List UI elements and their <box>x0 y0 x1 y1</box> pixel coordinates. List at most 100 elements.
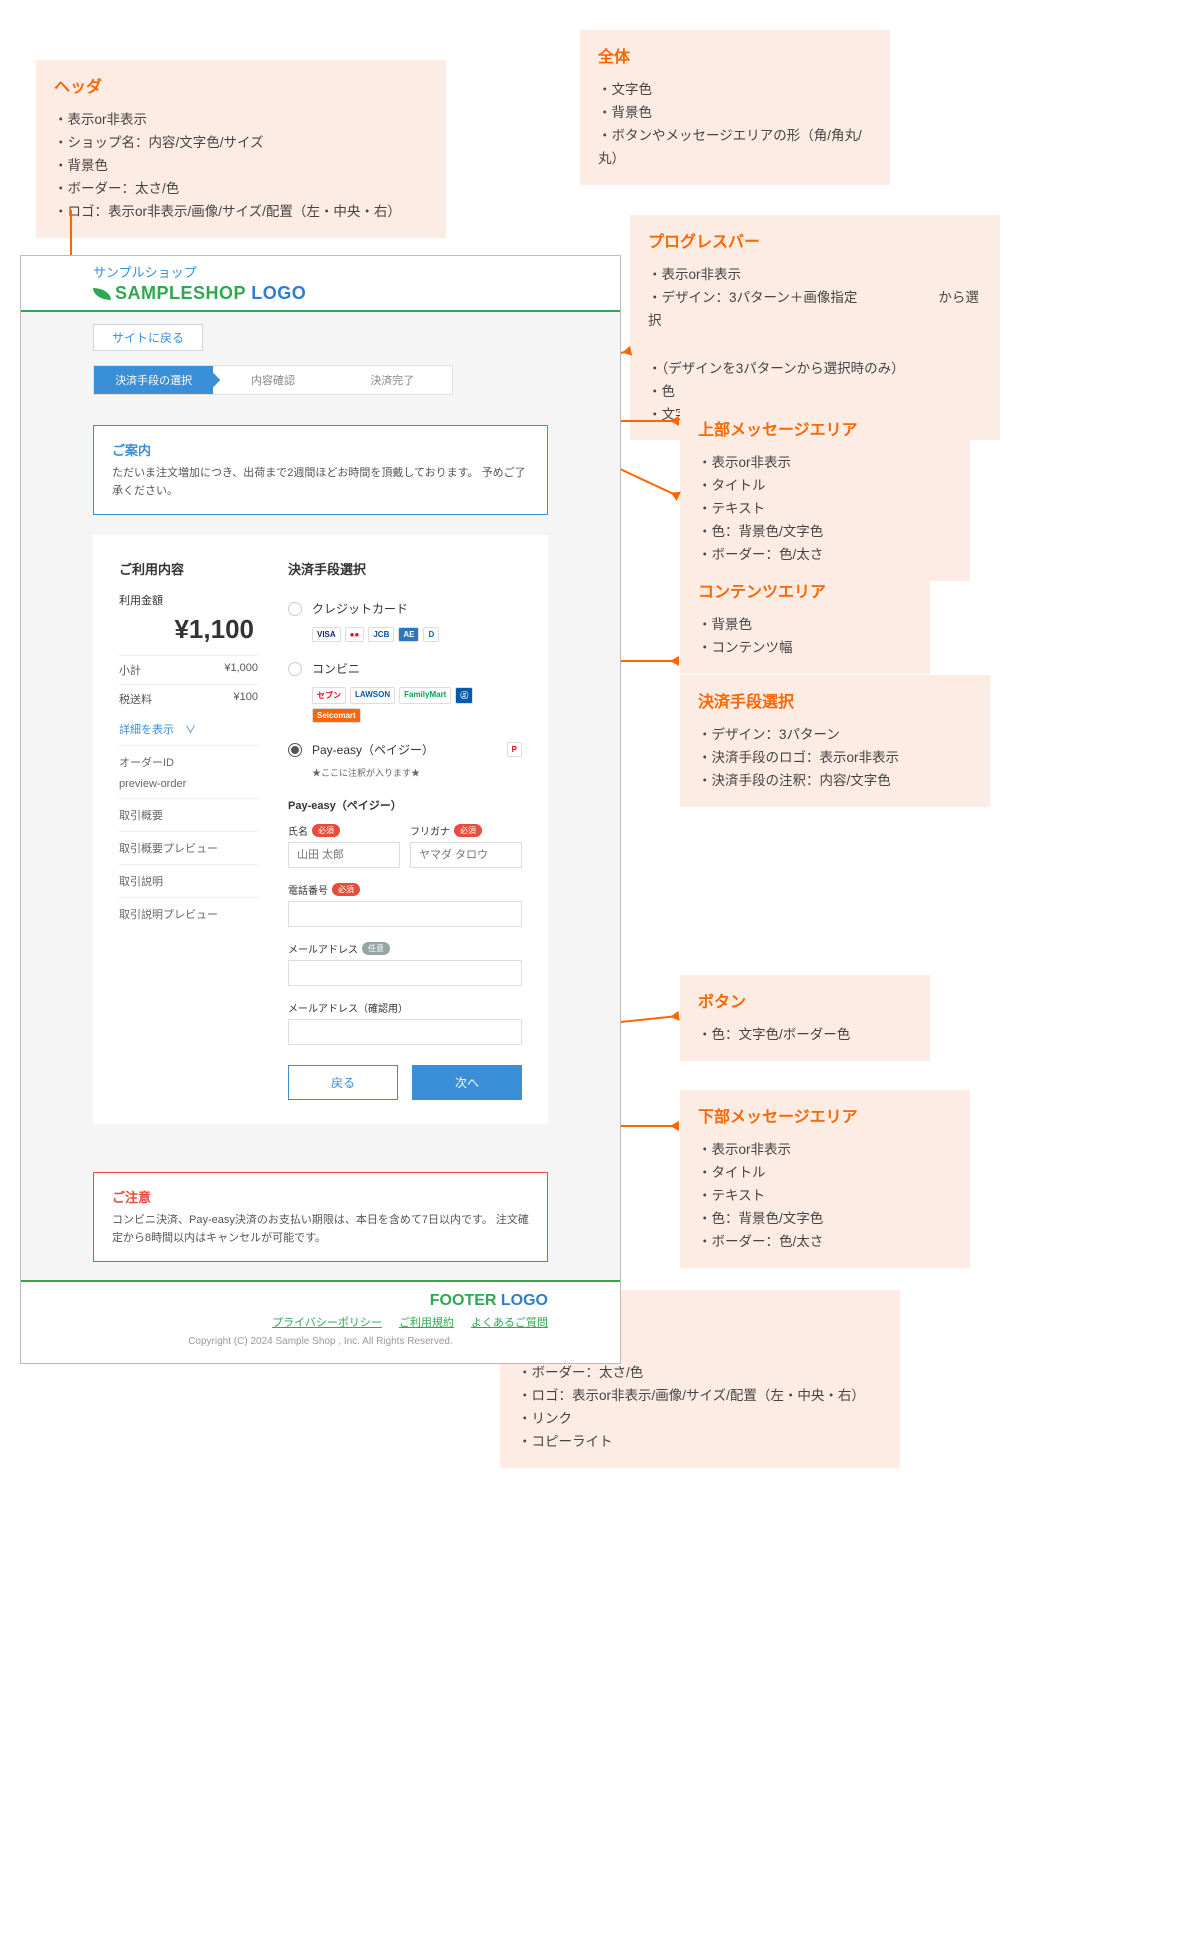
required-badge: 必須 <box>454 824 482 837</box>
callout-header: ヘッダ 表示or非表示ショップ名：内容/文字色/サイズ背景色ボーダー：太さ/色ロ… <box>36 60 446 238</box>
brand-ministop-icon: ㋯ <box>455 687 473 704</box>
credit-brands: VISA ●● JCB AE D <box>312 627 522 642</box>
footer: FOOTER LOGO プライバシーポリシー ご利用規約 よくあるご質問 Cop… <box>21 1280 620 1363</box>
required-badge: 必須 <box>332 883 360 896</box>
progress-bar: 決済手段の選択 内容確認 決済完了 <box>93 365 453 395</box>
callout-item: ロゴ：表示or非表示/画像/サイズ/配置（左・中央・右） <box>518 1385 882 1408</box>
tax-label: 税送料 <box>119 691 152 707</box>
progress-step-3: 決済完了 <box>333 366 452 394</box>
callout-item: ボーダー：色/太さ <box>698 1231 952 1254</box>
callout-item: タイトル <box>698 1162 952 1185</box>
upper-message-box: ご案内 ただいま注文増加につき、出荷まで2週間ほどお時間を頂戴しております。 予… <box>93 425 548 515</box>
callout-item: 決済手段の注釈：内容/文字色 <box>698 770 972 793</box>
callout-paysel-title: 決済手段選択 <box>698 689 972 716</box>
back-button[interactable]: 戻る <box>288 1065 398 1100</box>
radio-icon <box>288 743 302 757</box>
callout-item: 背景色 <box>598 102 872 125</box>
callout-header-list: 表示or非表示ショップ名：内容/文字色/サイズ背景色ボーダー：太さ/色ロゴ：表示… <box>54 109 428 224</box>
order-id-value: preview-order <box>119 778 258 798</box>
name-input[interactable] <box>288 842 400 868</box>
brand-lawson-icon: LAWSON <box>350 687 395 704</box>
optional-badge: 任意 <box>362 942 390 955</box>
email-input[interactable] <box>288 960 522 986</box>
brand-amex-icon: AE <box>398 627 419 642</box>
content-area: ご利用内容 利用金額 ¥1,100 小計¥1,000 税送料¥100 詳細を表示… <box>93 535 548 1124</box>
callout-button-title: ボタン <box>698 989 912 1016</box>
callout-item: ボーダー：太さ/色 <box>54 178 428 201</box>
callout-uppermsg: 上部メッセージエリア 表示or非表示タイトルテキスト色：背景色/文字色ボーダー：… <box>680 403 970 581</box>
shop-name: サンプルショップ <box>93 262 610 281</box>
callout-item: リンク <box>518 1408 882 1431</box>
footer-link-faq[interactable]: よくあるご質問 <box>471 1317 548 1329</box>
footer-links: プライバシーポリシー ご利用規約 よくあるご質問 <box>93 1314 548 1330</box>
tel-input[interactable] <box>288 901 522 927</box>
callout-lowermsg-title: 下部メッセージエリア <box>698 1104 952 1131</box>
callout-item: 背景色 <box>54 155 428 178</box>
callout-overall-title: 全体 <box>598 44 872 71</box>
meta-1: 取引概要 <box>119 798 258 831</box>
lower-message-box: ご注意 コンビニ決済、Pay-easy決済のお支払い期限は、本日を含めて7日以内… <box>93 1172 548 1262</box>
footer-logo: FOOTER LOGO <box>93 1292 548 1310</box>
callout-item: 表示or非表示 <box>698 452 952 475</box>
order-summary: ご利用内容 利用金額 ¥1,100 小計¥1,000 税送料¥100 詳細を表示… <box>119 559 258 1100</box>
pay-option-credit[interactable]: クレジットカード <box>288 592 522 625</box>
email2-input[interactable] <box>288 1019 522 1045</box>
callout-button: ボタン 色：文字色/ボーダー色 <box>680 975 930 1061</box>
tax-value: ¥100 <box>234 691 258 707</box>
kana-input[interactable] <box>410 842 522 868</box>
callout-item: 色：背景色/文字色 <box>698 1208 952 1231</box>
footer-link-privacy[interactable]: プライバシーポリシー <box>272 1317 382 1329</box>
brand-jcb-icon: JCB <box>368 627 394 642</box>
shop-logo: SAMPLESHOP LOGO <box>93 283 610 304</box>
callout-paysel-list: デザイン：3パターン決済手段のロゴ：表示or非表示決済手段の注釈：内容/文字色 <box>698 724 972 793</box>
callout-item: テキスト <box>698 1185 952 1208</box>
mock-container: サンプルショップ SAMPLESHOP LOGO サイトに戻る 決済手段の選択 … <box>20 255 621 1364</box>
brand-seicomart-icon: Seicomart <box>312 708 361 723</box>
callout-item: 文字色 <box>598 79 872 102</box>
callout-item: コピーライト <box>518 1431 882 1454</box>
email-label: メールアドレス <box>288 941 358 956</box>
callout-contentarea-title: コンテンツエリア <box>698 579 912 606</box>
callout-uppermsg-title: 上部メッセージエリア <box>698 417 952 444</box>
upper-message-title: ご案内 <box>112 440 529 459</box>
subtotal-value: ¥1,000 <box>224 662 258 678</box>
payment-select: 決済手段選択 クレジットカード VISA ●● JCB AE D <box>288 559 522 1100</box>
kana-label: フリガナ <box>410 823 450 838</box>
callout-item: ボタンやメッセージエリアの形（角/角丸/丸） <box>598 125 872 171</box>
brand-diners-icon: D <box>423 627 439 642</box>
callout-item: 色 <box>648 381 982 404</box>
tel-label: 電話番号 <box>288 882 328 897</box>
detail-toggle[interactable]: 詳細を表示 ∨ <box>119 713 258 745</box>
name-label: 氏名 <box>288 823 308 838</box>
payselect-title: 決済手段選択 <box>288 559 522 578</box>
footer-copyright: Copyright (C) 2024 Sample Shop , Inc. Al… <box>93 1336 548 1347</box>
callout-lowermsg-list: 表示or非表示タイトルテキスト色：背景色/文字色ボーダー：色/太さ <box>698 1139 952 1254</box>
brand-mastercard-icon: ●● <box>345 627 365 642</box>
payeasy-note: ★ここに注釈が入ります★ <box>312 766 522 779</box>
brand-visa-icon: VISA <box>312 627 341 642</box>
pay-option-payeasy[interactable]: Pay-easy（ペイジー） P <box>288 733 522 766</box>
pay-option-konbini[interactable]: コンビニ <box>288 652 522 685</box>
lower-message-title: ご注意 <box>112 1187 529 1206</box>
konbini-brands: セブン LAWSON FamilyMart ㋯ Seicomart <box>312 687 522 723</box>
callout-item: デザイン：3パターン <box>698 724 972 747</box>
callout-item: タイトル <box>698 475 952 498</box>
next-button[interactable]: 次へ <box>412 1065 522 1100</box>
footer-link-terms[interactable]: ご利用規約 <box>399 1317 454 1329</box>
back-to-site-link[interactable]: サイトに戻る <box>93 324 203 351</box>
radio-icon <box>288 662 302 676</box>
pay-option-credit-label: クレジットカード <box>312 600 408 617</box>
callout-item: ボーダー：太さ/色 <box>518 1362 882 1385</box>
callout-button-list: 色：文字色/ボーダー色 <box>698 1024 912 1047</box>
callout-lowermsg: 下部メッセージエリア 表示or非表示タイトルテキスト色：背景色/文字色ボーダー：… <box>680 1090 970 1268</box>
meta-2: 取引概要プレビュー <box>119 831 258 864</box>
callout-paysel: 決済手段選択 デザイン：3パターン決済手段のロゴ：表示or非表示決済手段の注釈：… <box>680 675 990 807</box>
brand-familymart-icon: FamilyMart <box>399 687 451 704</box>
callout-header-title: ヘッダ <box>54 74 428 101</box>
callout-item: ロゴ：表示or非表示/画像/サイズ/配置（左・中央・右） <box>54 201 428 224</box>
callout-item: ボーダー：色/太さ <box>698 544 952 567</box>
arrow-line <box>70 210 72 260</box>
callout-contentarea: コンテンツエリア 背景色コンテンツ幅 <box>680 565 930 674</box>
body-wrap: サイトに戻る 決済手段の選択 内容確認 決済完了 ご案内 ただいま注文増加につき… <box>21 312 620 1148</box>
callout-contentarea-list: 背景色コンテンツ幅 <box>698 614 912 660</box>
